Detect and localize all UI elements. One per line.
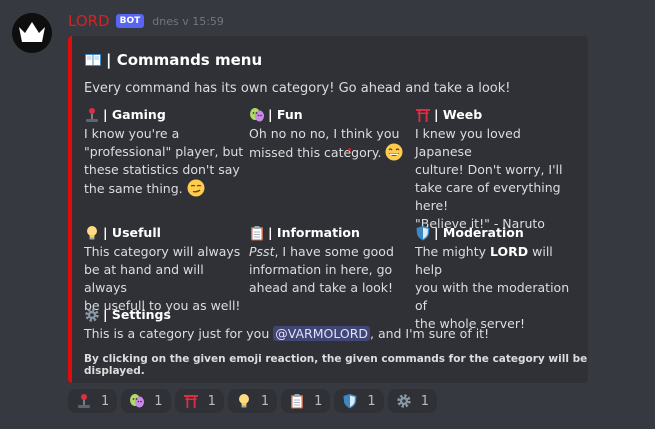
embed-title: | Commands menu bbox=[84, 51, 262, 69]
field-weeb-name: | Weeb bbox=[434, 107, 483, 122]
field-fun-value: Oh no no no, I think you missed this cat… bbox=[249, 126, 400, 160]
reaction-count: 1 bbox=[101, 393, 110, 409]
gear-icon bbox=[85, 308, 99, 322]
decorative-dot bbox=[348, 148, 351, 151]
field-moderation-strong: LORD bbox=[490, 244, 529, 259]
reaction-count: 1 bbox=[154, 393, 163, 409]
torii-gate-icon bbox=[183, 395, 198, 408]
field-fun-name: | Fun bbox=[268, 107, 303, 122]
timestamp: dnes v 15:59 bbox=[152, 14, 224, 28]
gear-icon bbox=[396, 394, 411, 408]
field-settings: | Settings This is a category just for y… bbox=[84, 306, 584, 343]
embed-footer: By clicking on the given emoji reaction,… bbox=[84, 353, 588, 377]
reaction-clipboard[interactable]: 1 bbox=[281, 389, 331, 413]
reactions-bar: 1 1 1 1 1 1 1 bbox=[68, 389, 437, 413]
clipboard-icon bbox=[291, 394, 304, 409]
field-gaming: | Gaming I know you're a "professional" … bbox=[84, 106, 244, 198]
field-information-name: | Information bbox=[268, 225, 360, 240]
reaction-gear[interactable]: 1 bbox=[387, 389, 437, 413]
field-settings-name: | Settings bbox=[103, 307, 171, 322]
embed-title-text: | Commands menu bbox=[106, 51, 263, 69]
shield-icon bbox=[343, 394, 357, 409]
field-moderation-value-pre: The mighty bbox=[415, 244, 490, 259]
reaction-count: 1 bbox=[420, 393, 429, 409]
reaction-light-bulb[interactable]: 1 bbox=[227, 389, 278, 413]
embed-color-bar bbox=[68, 36, 72, 383]
field-weeb-value: I knew you loved Japanese culture! Don't… bbox=[415, 126, 563, 231]
embed-description: Every command has its own category! Go a… bbox=[84, 81, 511, 96]
field-gaming-value: I know you're a "professional" player, b… bbox=[84, 126, 244, 196]
field-information-italic: Psst bbox=[249, 244, 275, 259]
reaction-count: 1 bbox=[207, 393, 216, 409]
joystick-icon bbox=[78, 394, 90, 408]
field-moderation-name: | Moderation bbox=[434, 225, 524, 240]
reaction-joystick[interactable]: 1 bbox=[68, 389, 118, 413]
shield-icon bbox=[416, 226, 430, 241]
field-information: | Information Psst, I have some good inf… bbox=[249, 224, 409, 297]
message-header: LORD BOT dnes v 15:59 bbox=[68, 11, 224, 31]
grinning-face-icon bbox=[385, 143, 403, 161]
field-usefull: | Usefull This category will always be a… bbox=[84, 224, 249, 315]
performing-arts-icon bbox=[250, 108, 264, 122]
reaction-count: 1 bbox=[260, 393, 270, 409]
avatar[interactable] bbox=[12, 13, 52, 53]
reaction-count: 1 bbox=[314, 393, 323, 409]
light-bulb-icon bbox=[238, 394, 249, 408]
joystick-icon bbox=[86, 108, 98, 122]
crown-icon bbox=[12, 13, 52, 53]
performing-arts-icon bbox=[130, 394, 145, 408]
field-weeb: | Weeb I knew you loved Japanese culture… bbox=[415, 106, 580, 233]
reaction-shield[interactable]: 1 bbox=[334, 389, 384, 413]
open-book-icon bbox=[85, 54, 101, 66]
torii-gate-icon bbox=[416, 109, 430, 122]
reaction-torii-gate[interactable]: 1 bbox=[174, 389, 224, 413]
user-mention[interactable]: @VARMOLORD bbox=[273, 326, 370, 341]
light-bulb-icon bbox=[87, 226, 97, 240]
field-usefull-value: This category will always be at hand and… bbox=[84, 244, 241, 313]
reaction-performing-arts[interactable]: 1 bbox=[121, 389, 171, 413]
field-usefull-name: | Usefull bbox=[103, 225, 161, 240]
reaction-count: 1 bbox=[367, 393, 376, 409]
smirking-face-icon bbox=[187, 179, 205, 197]
field-fun: | Fun Oh no no no, I think you missed th… bbox=[249, 106, 409, 162]
username[interactable]: LORD bbox=[68, 12, 110, 30]
clipboard-icon bbox=[251, 226, 263, 241]
field-gaming-name: | Gaming bbox=[103, 107, 166, 122]
bot-badge: BOT bbox=[115, 14, 145, 28]
embed: | Commands menu Every command has its ow… bbox=[68, 36, 588, 383]
field-settings-value-post: , and I'm sure of it! bbox=[370, 326, 490, 341]
field-settings-value-pre: This is a category just for you bbox=[84, 326, 274, 341]
